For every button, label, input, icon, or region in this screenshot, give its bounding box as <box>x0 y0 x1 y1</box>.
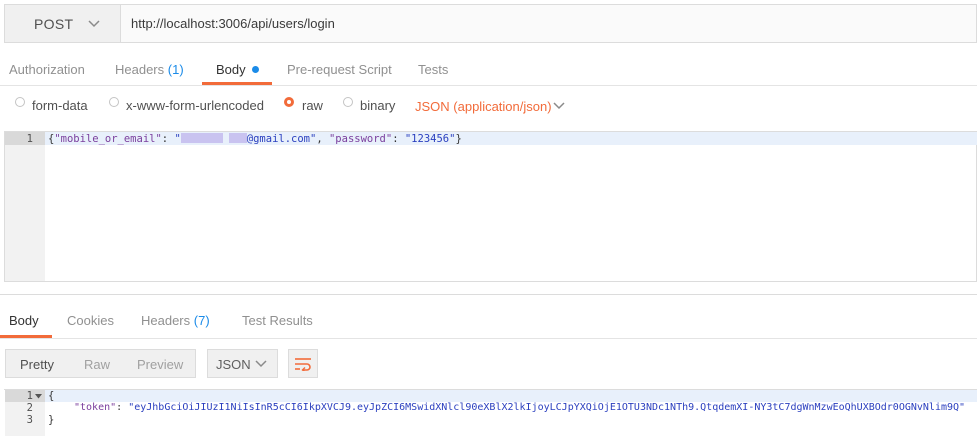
tab-pre-request-script[interactable]: Pre-request Script <box>287 62 392 77</box>
chevron-down-icon <box>88 19 100 27</box>
tabs-divider <box>0 85 977 86</box>
tab-headers[interactable]: Headers (1) <box>115 62 184 77</box>
response-tabs-divider <box>0 338 977 339</box>
view-preview-button[interactable]: Preview <box>137 357 183 372</box>
chevron-down-icon <box>255 360 267 368</box>
response-tab-cookies[interactable]: Cookies <box>67 313 114 328</box>
section-divider <box>0 294 977 295</box>
json-open-brace: { <box>48 390 55 402</box>
line-number: 3 <box>26 414 33 426</box>
wrap-lines-button[interactable] <box>288 349 318 378</box>
radio-binary[interactable] <box>343 97 353 107</box>
editor-gutter <box>5 132 45 281</box>
redacted-text <box>228 133 247 143</box>
content-type-select[interactable]: JSON (application/json) <box>415 99 552 114</box>
label-binary: binary <box>360 98 396 113</box>
tab-authorization[interactable]: Authorization <box>9 62 85 77</box>
method-select[interactable]: POST <box>4 4 121 43</box>
radio-raw[interactable] <box>284 97 294 107</box>
active-line-highlight <box>5 390 977 402</box>
modified-dot-icon <box>251 66 259 73</box>
response-headers-count: (7) <box>193 313 210 328</box>
view-raw-button[interactable]: Raw <box>84 357 110 372</box>
line-number: 1 <box>26 390 33 402</box>
label-form-data: form-data <box>32 98 88 113</box>
line-number: 1 <box>26 133 33 145</box>
json-key: "mobile_or_email" <box>54 133 162 145</box>
json-close-brace: } <box>48 414 55 426</box>
label-raw: raw <box>302 98 323 113</box>
response-tab-headers[interactable]: Headers (7) <box>141 313 210 328</box>
response-format-label: JSON <box>216 357 251 372</box>
response-tab-test-results[interactable]: Test Results <box>242 313 313 328</box>
tab-tests[interactable]: Tests <box>418 62 448 77</box>
method-label: POST <box>34 15 74 32</box>
json-value: "123456" <box>404 133 456 145</box>
headers-count: (1) <box>167 62 184 77</box>
request-body-editor[interactable] <box>4 131 977 282</box>
tab-body[interactable]: Body <box>216 62 259 77</box>
chevron-down-icon[interactable] <box>552 101 566 111</box>
json-value: "eyJhbGciOiJIUzI1NiIsInR5cCI6IkpXVCJ9.ey… <box>128 402 966 413</box>
line-number: 2 <box>26 402 33 414</box>
fold-arrow-icon[interactable] <box>35 394 42 399</box>
radio-x-www-form-urlencoded[interactable] <box>109 97 119 107</box>
request-body-line[interactable]: {"mobile_or_email": " @gmail.com", "passw… <box>48 133 462 145</box>
json-key: "token" <box>74 402 117 413</box>
json-key: "password" <box>328 133 393 145</box>
json-value: @gmail.com" <box>246 133 317 145</box>
url-input[interactable]: http://localhost:3006/api/users/login <box>131 16 335 31</box>
radio-form-data[interactable] <box>15 97 25 107</box>
wrap-lines-icon <box>295 357 311 371</box>
response-token-line[interactable]: "token": "eyJhbGciOiJIUzI1NiIsInR5cCI6Ik… <box>74 402 965 413</box>
response-tab-body[interactable]: Body <box>9 313 39 328</box>
label-x-www-form-urlencoded: x-www-form-urlencoded <box>126 98 264 113</box>
redacted-text <box>180 133 223 143</box>
view-pretty-button[interactable]: Pretty <box>20 357 54 372</box>
